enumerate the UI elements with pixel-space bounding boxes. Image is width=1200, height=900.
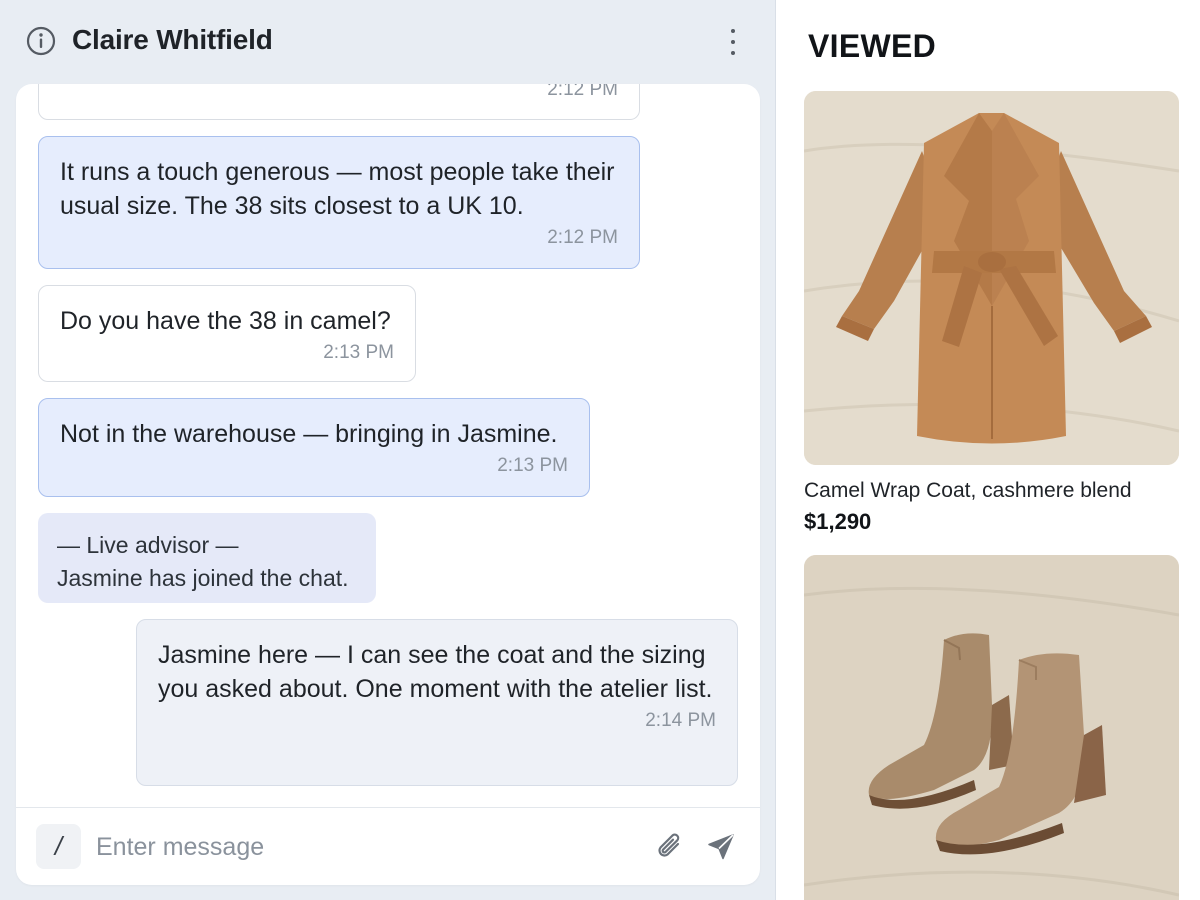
system-notice: — Live advisor — Jasmine has joined the …: [38, 513, 376, 603]
message-timestamp: 2:12 PM: [547, 84, 618, 100]
message-timestamp: 2:13 PM: [497, 455, 568, 476]
chat-window: 2:12 PM It runs a touch generous — most …: [16, 84, 760, 885]
slash-command-button[interactable]: /: [36, 824, 81, 869]
product-card[interactable]: Camel Wrap Coat, cashmere blend $1,290: [804, 91, 1179, 535]
boots-photo-illustration: [804, 555, 1179, 900]
message-input[interactable]: [96, 826, 636, 868]
message-timestamp: 2:14 PM: [645, 710, 716, 731]
chat-header: Claire Whitfield: [0, 0, 776, 84]
customer-message: Do you have the 38 in camel? 2:13 PM: [38, 285, 416, 382]
camel-coat-image[interactable]: [804, 91, 1179, 465]
product-price: $1,290: [804, 509, 872, 534]
chat-panel: Claire Whitfield 2:12 PM It runs a touch…: [0, 0, 776, 900]
message-list[interactable]: 2:12 PM It runs a touch generous — most …: [16, 84, 760, 807]
system-notice-heading: — Live advisor —: [57, 532, 239, 558]
customer-message: 2:12 PM: [38, 84, 640, 120]
message-text: Not in the warehouse — bringing in Jasmi…: [60, 420, 558, 448]
agent-message: It runs a touch generous — most people t…: [38, 136, 640, 269]
coat-photo-illustration: [804, 91, 1179, 465]
info-icon[interactable]: [26, 26, 56, 56]
message-timestamp: 2:12 PM: [547, 227, 618, 248]
advisor-message: Jasmine here — I can see the coat and th…: [136, 619, 738, 786]
agent-message: Not in the warehouse — bringing in Jasmi…: [38, 398, 590, 497]
contact-name: Claire Whitfield: [72, 24, 273, 55]
message-text: Jasmine here — I can see the coat and th…: [158, 641, 713, 703]
send-icon[interactable]: [706, 832, 736, 862]
message-text: Do you have the 38 in camel?: [60, 307, 391, 335]
paperclip-icon[interactable]: [654, 830, 686, 864]
message-timestamp: 2:13 PM: [323, 342, 394, 363]
more-options-icon[interactable]: [718, 26, 748, 58]
viewed-title: VIEWED: [808, 28, 937, 64]
product-name: Camel Wrap Coat, cashmere blend: [804, 479, 1132, 502]
message-composer: /: [16, 807, 760, 885]
product-card[interactable]: [804, 555, 1179, 900]
system-notice-text: Jasmine has joined the chat.: [57, 565, 349, 591]
message-text: It runs a touch generous — most people t…: [60, 158, 615, 220]
ankle-boots-image[interactable]: [804, 555, 1179, 900]
viewed-products-panel: VIEWED Camel Wrap Coat, cashmere blend $…: [777, 0, 1200, 900]
